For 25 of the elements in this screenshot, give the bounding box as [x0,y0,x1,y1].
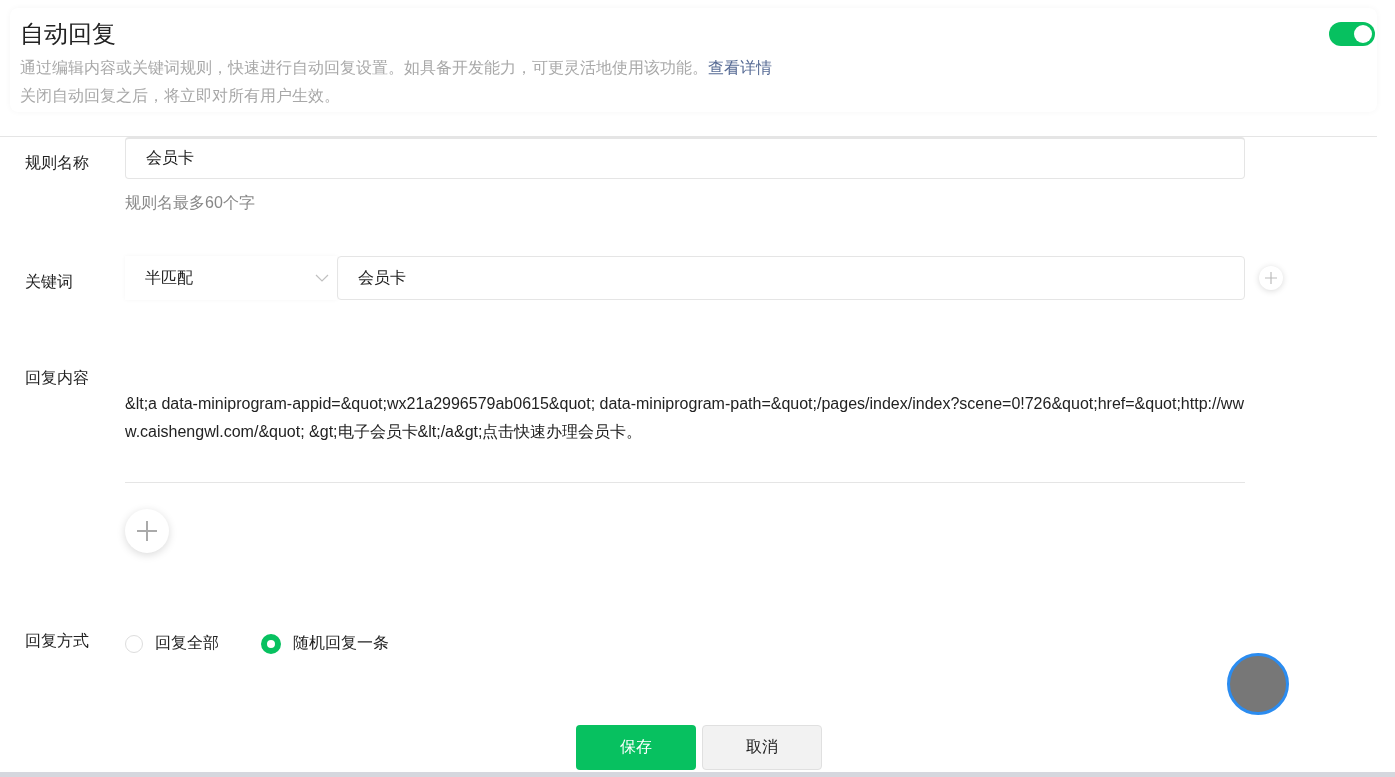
keyword-field[interactable]: 会员卡 [337,256,1245,300]
reply-content-text: &lt;a data-miniprogram-appid=&quot;wx21a2996579ab0615&quot; data-miniprogram-path=&quot;/pages/index/index?scene=0!726&quot;href=&quot;http://www.caishengwl.com/&quot; &gt;电子会员卡&lt;/a&gt;点击快速办理会员卡。 [125,390,1245,483]
field-label: 规则名称 [25,153,90,173]
add-keyword-button[interactable] [1259,266,1283,290]
field-label: 回复方式 [25,631,90,651]
rule-name-field[interactable]: 会员卡 [125,137,1245,179]
radio-option[interactable]: 随机回复一条 [261,633,389,654]
plus-icon [137,521,157,541]
field-label: 关键词 [25,272,74,292]
page-title: 自动回复 [20,19,116,49]
toggle-switch[interactable] [1329,22,1375,46]
radio-icon[interactable] [261,633,281,654]
details-link[interactable]: 查看详情 [708,59,772,76]
match-mode-dropdown[interactable]: 半匹配 [125,256,337,300]
add-reply-button[interactable] [125,509,169,553]
plus-icon [1265,272,1277,284]
chevron-down-icon [315,274,329,282]
option-label: 回复全部 [155,633,219,653]
field-label: 回复内容 [25,368,90,388]
option-label: 随机回复一条 [293,633,389,653]
radio-option[interactable]: 回复全部 [125,633,219,654]
cancel-button[interactable]: 取消 [702,725,822,770]
note-text: 关闭自动回复之后，将立即对所有用户生效。 [20,86,341,106]
description-text: 通过编辑内容或关键词规则，快速进行自动回复设置。如具备开发能力，可更灵活地使用该功能。查看详情 [20,58,773,78]
hint-text: 规则名最多60个字 [125,193,256,213]
